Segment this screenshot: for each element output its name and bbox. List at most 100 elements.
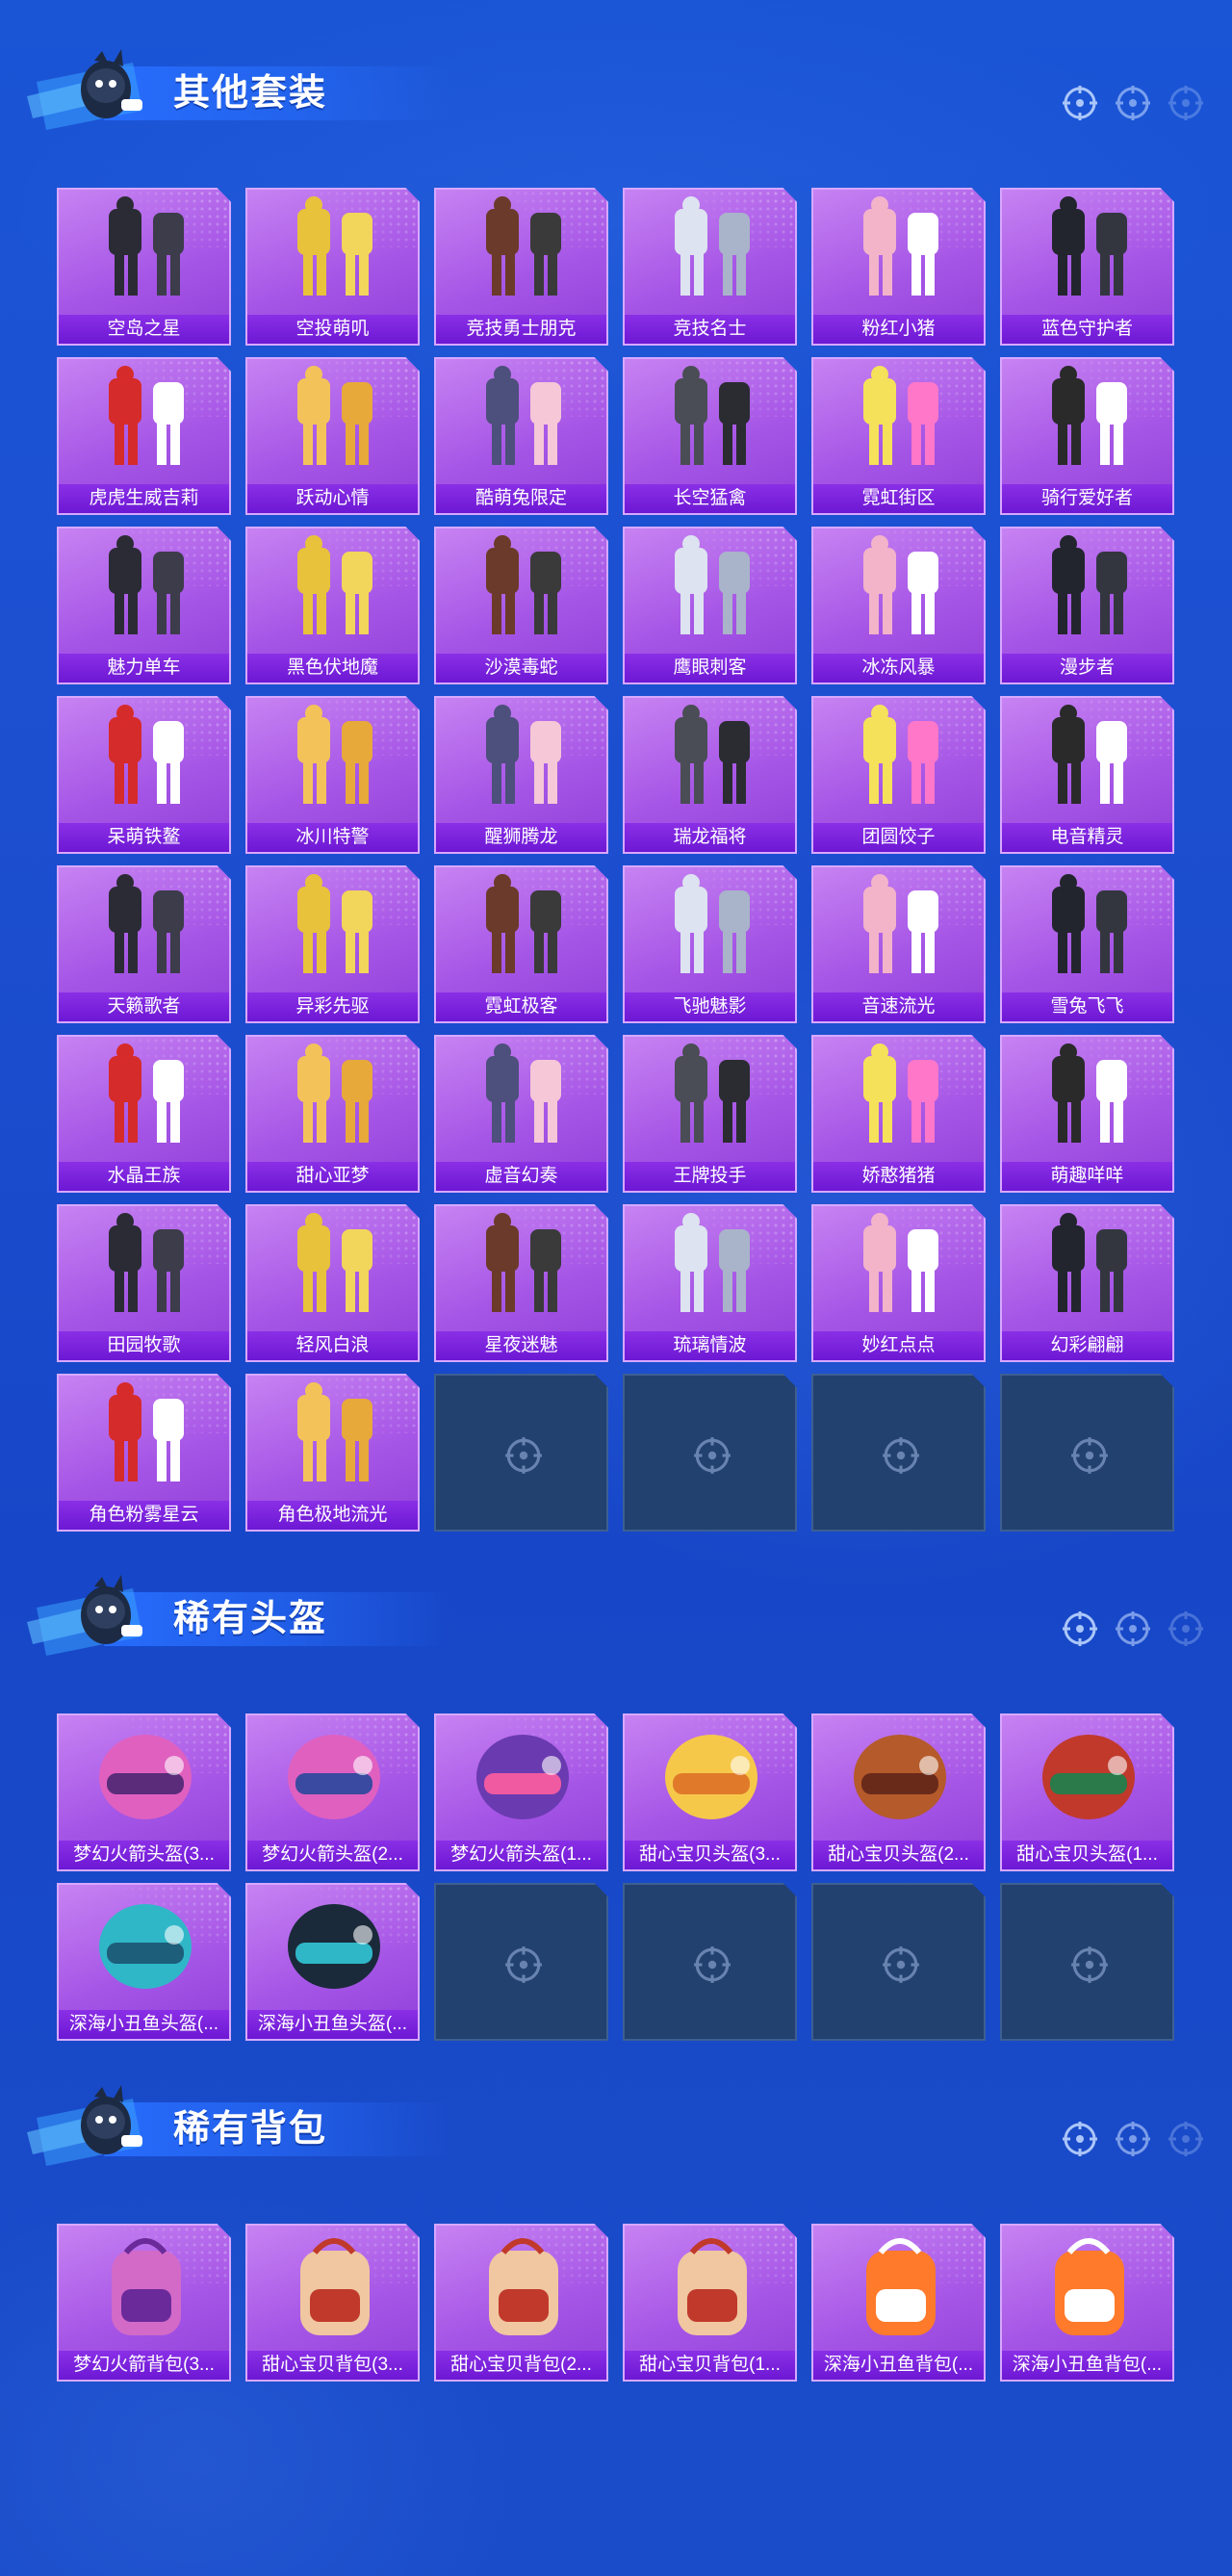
item-image	[1002, 1206, 1174, 1329]
item-label: 黑色伏地魔	[247, 654, 418, 683]
item-label: 梦幻火箭头盔(1...	[436, 1841, 606, 1869]
item-card[interactable]: 甜心宝贝背包(3...	[245, 2224, 420, 2382]
item-card[interactable]: 呆萌铁鳌	[57, 696, 231, 854]
item-card[interactable]: 甜心宝贝背包(2...	[434, 2224, 608, 2382]
crosshair-icon	[881, 1435, 921, 1476]
item-card[interactable]: 漫步者	[1000, 527, 1174, 684]
item-label: 空投萌叽	[247, 315, 418, 344]
item-label: 跃动心情	[247, 484, 418, 513]
item-image	[813, 1715, 986, 1839]
item-card[interactable]: 竞技名士	[623, 188, 797, 346]
item-image	[247, 1885, 420, 2008]
item-card[interactable]: 甜心宝贝背包(1...	[623, 2224, 797, 2382]
item-card[interactable]: 萌趣咩咩	[1000, 1035, 1174, 1193]
item-card[interactable]: 虚音幻奏	[434, 1035, 608, 1193]
item-image	[1002, 698, 1174, 821]
item-card[interactable]: 酷萌兔限定	[434, 357, 608, 515]
item-card[interactable]: 梦幻火箭头盔(1...	[434, 1713, 608, 1871]
item-card[interactable]: 团圆饺子	[811, 696, 986, 854]
item-card[interactable]: 粉红小猪	[811, 188, 986, 346]
item-card[interactable]: 魅力单车	[57, 527, 231, 684]
item-image	[59, 2226, 231, 2349]
item-card[interactable]: 电音精灵	[1000, 696, 1174, 854]
crosshair-icon	[1167, 1610, 1205, 1648]
item-image	[59, 190, 231, 313]
item-label: 瑞龙福将	[625, 823, 795, 852]
item-card[interactable]: 醒狮腾龙	[434, 696, 608, 854]
item-card[interactable]: 冰川特警	[245, 696, 420, 854]
item-label: 雪兔飞飞	[1002, 992, 1172, 1021]
item-card[interactable]: 空投萌叽	[245, 188, 420, 346]
item-card[interactable]: 王牌投手	[623, 1035, 797, 1193]
empty-slot	[434, 1883, 608, 2041]
item-image	[59, 359, 231, 482]
item-card[interactable]: 霓虹极客	[434, 865, 608, 1023]
item-card[interactable]: 甜心宝贝头盔(1...	[1000, 1713, 1174, 1871]
item-card[interactable]: 深海小丑鱼背包(...	[811, 2224, 986, 2382]
item-label: 冰川特警	[247, 823, 418, 852]
item-label: 甜心宝贝背包(3...	[247, 2351, 418, 2380]
item-card[interactable]: 异彩先驱	[245, 865, 420, 1023]
item-card[interactable]: 角色粉雾星云	[57, 1374, 231, 1532]
crosshair-icon	[692, 1435, 732, 1476]
item-card[interactable]: 蓝色守护者	[1000, 188, 1174, 346]
item-label: 梦幻火箭头盔(3...	[59, 1841, 229, 1869]
item-card[interactable]: 梦幻火箭头盔(3...	[57, 1713, 231, 1871]
item-card[interactable]: 跃动心情	[245, 357, 420, 515]
item-card[interactable]: 长空猛禽	[623, 357, 797, 515]
item-card[interactable]: 琉璃情波	[623, 1204, 797, 1362]
mascot-icon	[27, 1569, 171, 1665]
item-card[interactable]: 天籁歌者	[57, 865, 231, 1023]
empty-slot	[811, 1883, 986, 2041]
item-card[interactable]: 田园牧歌	[57, 1204, 231, 1362]
item-card[interactable]: 深海小丑鱼头盔(...	[245, 1883, 420, 2041]
item-card[interactable]: 黑色伏地魔	[245, 527, 420, 684]
item-image	[59, 1715, 231, 1839]
item-label: 深海小丑鱼头盔(...	[59, 2010, 229, 2039]
item-label: 甜心宝贝背包(2...	[436, 2351, 606, 2380]
item-card[interactable]: 甜心亚梦	[245, 1035, 420, 1193]
item-image	[1002, 359, 1174, 482]
item-card[interactable]: 冰冻风暴	[811, 527, 986, 684]
item-card[interactable]: 骑行爱好者	[1000, 357, 1174, 515]
item-card[interactable]: 水晶王族	[57, 1035, 231, 1193]
item-card[interactable]: 娇憨猪猪	[811, 1035, 986, 1193]
item-image	[625, 359, 797, 482]
item-card[interactable]: 音速流光	[811, 865, 986, 1023]
item-image	[625, 867, 797, 991]
item-card[interactable]: 沙漠毒蛇	[434, 527, 608, 684]
item-card[interactable]: 甜心宝贝头盔(3...	[623, 1713, 797, 1871]
item-card[interactable]: 雪兔飞飞	[1000, 865, 1174, 1023]
item-card[interactable]: 瑞龙福将	[623, 696, 797, 854]
item-image	[59, 1376, 231, 1499]
item-card[interactable]: 虎虎生威吉莉	[57, 357, 231, 515]
item-label: 水晶王族	[59, 1162, 229, 1191]
item-image	[625, 1715, 797, 1839]
item-label: 梦幻火箭背包(3...	[59, 2351, 229, 2380]
crosshair-icon	[1167, 2120, 1205, 2158]
item-label: 王牌投手	[625, 1162, 795, 1191]
item-card[interactable]: 星夜迷魅	[434, 1204, 608, 1362]
item-card[interactable]: 空岛之星	[57, 188, 231, 346]
item-card[interactable]: 幻彩翩翩	[1000, 1204, 1174, 1362]
crosshair-icon	[1061, 2120, 1099, 2158]
item-image	[59, 698, 231, 821]
item-card[interactable]: 梦幻火箭头盔(2...	[245, 1713, 420, 1871]
item-image	[247, 1715, 420, 1839]
item-card[interactable]: 妙红点点	[811, 1204, 986, 1362]
item-label: 长空猛禽	[625, 484, 795, 513]
item-card[interactable]: 飞驰魅影	[623, 865, 797, 1023]
item-card[interactable]: 深海小丑鱼背包(...	[1000, 2224, 1174, 2382]
item-label: 团圆饺子	[813, 823, 984, 852]
item-card[interactable]: 角色极地流光	[245, 1374, 420, 1532]
item-card[interactable]: 甜心宝贝头盔(2...	[811, 1713, 986, 1871]
item-image	[436, 698, 608, 821]
item-image	[813, 1206, 986, 1329]
item-card[interactable]: 鹰眼刺客	[623, 527, 797, 684]
item-card[interactable]: 梦幻火箭背包(3...	[57, 2224, 231, 2382]
item-card[interactable]: 竞技勇士朋克	[434, 188, 608, 346]
item-card[interactable]: 霓虹街区	[811, 357, 986, 515]
item-card[interactable]: 深海小丑鱼头盔(...	[57, 1883, 231, 2041]
item-card[interactable]: 轻风白浪	[245, 1204, 420, 1362]
item-label: 漫步者	[1002, 654, 1172, 683]
